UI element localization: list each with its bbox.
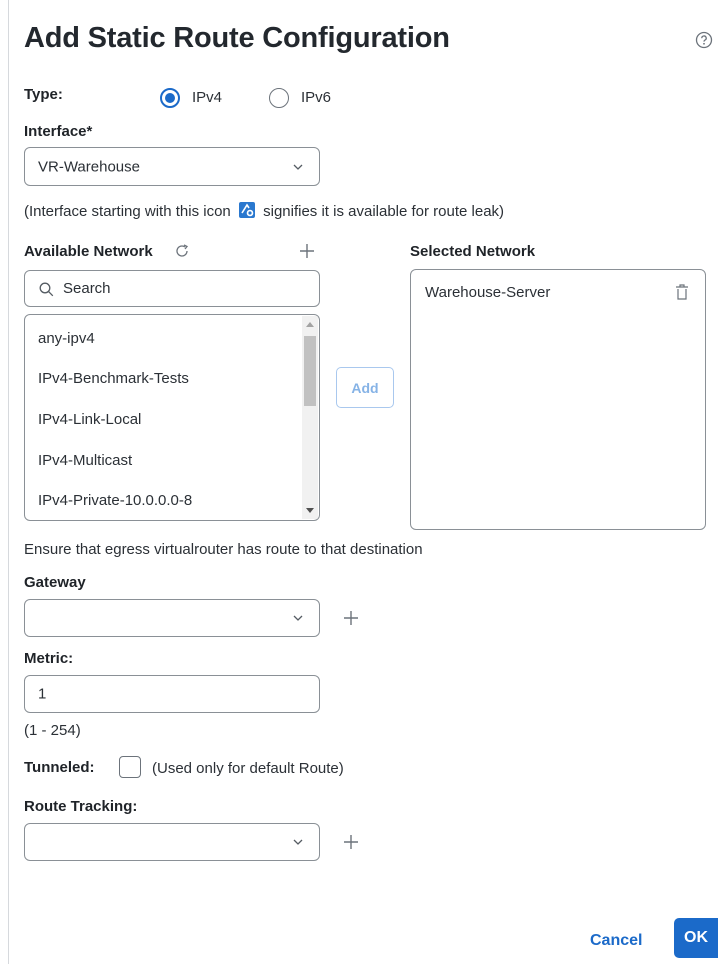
interface-note: (Interface starting with this icon signi… bbox=[24, 201, 504, 220]
chevron-down-icon bbox=[293, 164, 303, 170]
chevron-down-icon bbox=[293, 615, 303, 621]
tunneled-label: Tunneled: bbox=[24, 759, 95, 776]
route-leak-icon bbox=[238, 202, 255, 218]
add-network-plus-icon[interactable] bbox=[299, 243, 315, 259]
chevron-down-icon bbox=[293, 839, 303, 845]
ipv6-radio[interactable] bbox=[269, 88, 289, 108]
dialog-title: Add Static Route Configuration bbox=[24, 22, 450, 54]
interface-note-before: (Interface starting with this icon bbox=[24, 203, 231, 220]
search-placeholder: Search bbox=[63, 280, 111, 297]
refresh-icon[interactable] bbox=[174, 243, 190, 259]
list-item[interactable]: IPv4-Benchmark-Tests bbox=[38, 370, 189, 387]
gateway-select[interactable] bbox=[24, 599, 320, 637]
interface-note-after: signifies it is available for route leak… bbox=[263, 203, 505, 220]
interface-select-value: VR-Warehouse bbox=[38, 158, 140, 175]
route-tracking-select[interactable] bbox=[24, 823, 320, 861]
available-network-list[interactable]: any-ipv4 IPv4-Benchmark-Tests IPv4-Link-… bbox=[24, 314, 320, 521]
add-route-tracking-plus-icon[interactable] bbox=[343, 834, 359, 850]
egress-note: Ensure that egress virtualrouter has rou… bbox=[24, 541, 423, 558]
ipv4-radio-label[interactable]: IPv4 bbox=[192, 89, 222, 106]
dialog-left-border bbox=[8, 0, 9, 964]
scroll-down-icon[interactable] bbox=[306, 508, 314, 513]
metric-range-hint: (1 - 254) bbox=[24, 722, 81, 739]
search-input[interactable]: Search bbox=[24, 270, 320, 307]
add-gateway-plus-icon[interactable] bbox=[343, 610, 359, 626]
selected-network-label: Selected Network bbox=[410, 243, 536, 260]
gateway-label: Gateway bbox=[24, 574, 86, 591]
ipv6-radio-label[interactable]: IPv6 bbox=[301, 89, 331, 106]
selected-list-item[interactable]: Warehouse-Server bbox=[425, 284, 550, 301]
list-item[interactable]: IPv4-Multicast bbox=[38, 452, 132, 469]
route-tracking-label: Route Tracking: bbox=[24, 798, 138, 815]
list-scrollbar[interactable] bbox=[302, 316, 318, 519]
metric-input-value: 1 bbox=[38, 685, 47, 703]
interface-label: Interface* bbox=[24, 123, 93, 140]
type-label: Type: bbox=[24, 86, 63, 103]
metric-label: Metric: bbox=[24, 650, 74, 667]
tunneled-checkbox[interactable] bbox=[119, 756, 141, 778]
help-circle-icon[interactable] bbox=[695, 31, 713, 49]
ipv4-radio[interactable] bbox=[160, 88, 180, 108]
search-icon bbox=[39, 282, 54, 297]
add-button[interactable]: Add bbox=[336, 367, 394, 408]
list-item[interactable]: IPv4-Private-10.0.0.0-8 bbox=[38, 492, 192, 509]
metric-input[interactable]: 1 bbox=[24, 675, 320, 713]
interface-select[interactable]: VR-Warehouse bbox=[24, 147, 320, 186]
tunneled-note: (Used only for default Route) bbox=[152, 760, 344, 777]
list-item[interactable]: any-ipv4 bbox=[38, 330, 95, 347]
available-network-label: Available Network bbox=[24, 243, 153, 260]
scrollbar-thumb[interactable] bbox=[304, 336, 316, 406]
list-item[interactable]: IPv4-Link-Local bbox=[38, 411, 141, 428]
selected-network-list[interactable]: Warehouse-Server bbox=[410, 269, 706, 530]
ok-button[interactable]: OK bbox=[674, 918, 718, 958]
cancel-button[interactable]: Cancel bbox=[590, 932, 642, 950]
trash-icon[interactable] bbox=[675, 284, 689, 300]
scroll-up-icon[interactable] bbox=[306, 322, 314, 327]
